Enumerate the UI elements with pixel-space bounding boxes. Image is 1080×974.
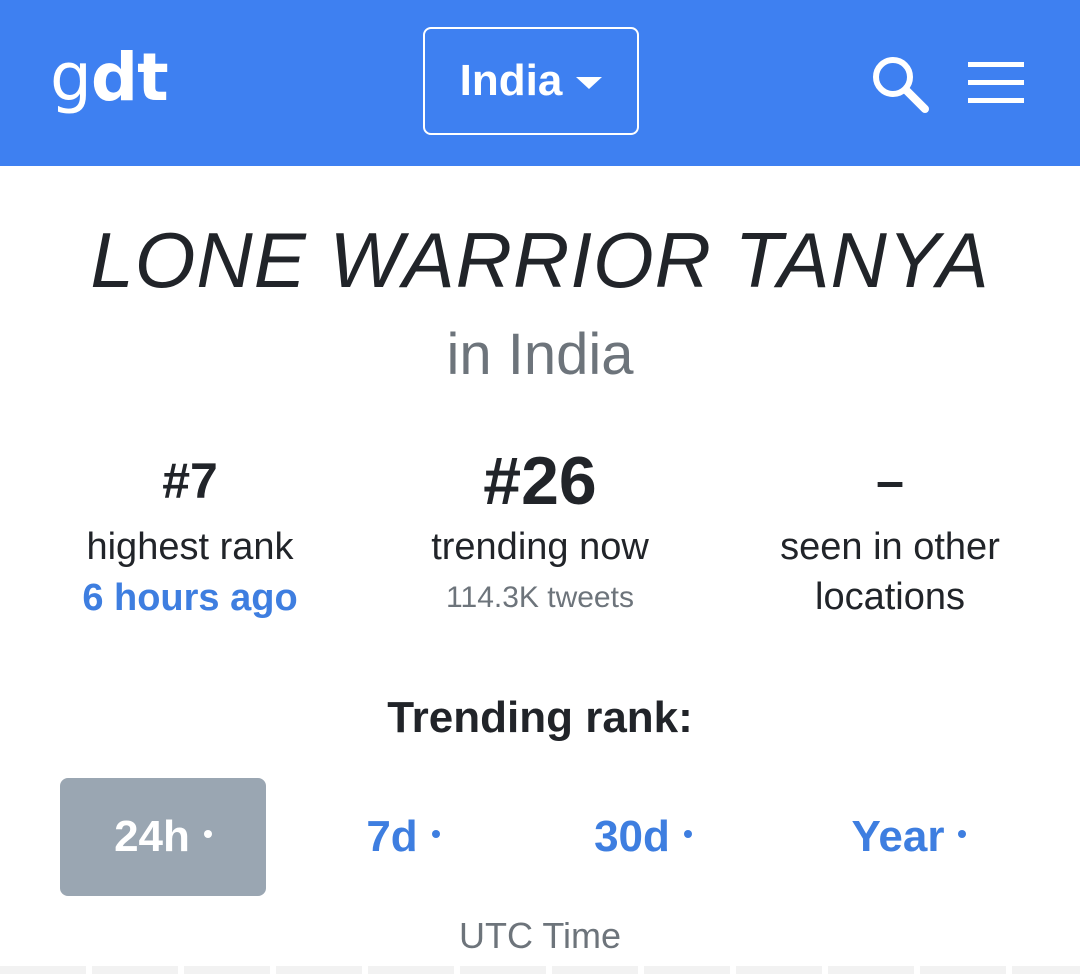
highest-rank-time-link[interactable]: 6 hours ago (10, 572, 370, 624)
dot-icon (683, 830, 692, 838)
other-locations-label-line1: seen in other (780, 526, 1000, 568)
hamburger-menu-icon (968, 62, 1024, 103)
current-rank-value: #26 (483, 443, 597, 519)
tweet-count: 114.3K tweets (446, 581, 634, 614)
trending-rank-heading: Trending rank: (387, 693, 693, 742)
dot-icon (203, 830, 212, 838)
time-zone-note: UTC Time (459, 915, 621, 956)
highest-rank-label: highest rank (86, 526, 294, 568)
range-tab-year[interactable]: Year (790, 778, 1028, 896)
range-tab-label: 7d (366, 812, 418, 861)
stat-highest-rank: #7 highest rank 6 hours ago (10, 440, 370, 624)
stat-other-locations: – seen in other locations (710, 440, 1070, 622)
range-tab-24h[interactable]: 24h (60, 778, 266, 896)
logo-g: g (50, 39, 92, 116)
other-locations-label-line2: locations (815, 576, 965, 618)
topic-title: LONE WARRIOR TANYA (90, 216, 990, 304)
dot-icon (958, 830, 967, 838)
other-locations-value: – (876, 453, 904, 509)
current-rank-label: trending now (431, 526, 649, 568)
site-logo[interactable]: gdt (50, 38, 169, 118)
range-tab-7d[interactable]: 7d (300, 778, 506, 896)
page: gdt India LONE WARRIOR TANYA in India #7… (0, 0, 1080, 974)
range-tab-label: Year (851, 812, 945, 861)
topic-location: in India (446, 322, 634, 387)
range-tab-label: 30d (594, 812, 670, 861)
stat-trending-now: #26 trending now 114.3K tweets (360, 440, 720, 624)
country-select-label: India (459, 56, 563, 105)
dot-icon (431, 830, 440, 838)
country-select-button[interactable]: India (423, 27, 639, 135)
highest-rank-value: #7 (162, 453, 218, 509)
range-tab-label: 24h (114, 812, 190, 861)
chevron-down-icon (576, 77, 603, 89)
search-icon (873, 57, 929, 113)
top-nav-bar: gdt India (0, 0, 1080, 166)
menu-button[interactable] (966, 60, 1026, 106)
range-tab-30d[interactable]: 30d (540, 778, 746, 896)
search-button[interactable] (868, 52, 932, 116)
chart-top-edge (0, 966, 1080, 974)
logo-dt: dt (90, 39, 169, 116)
